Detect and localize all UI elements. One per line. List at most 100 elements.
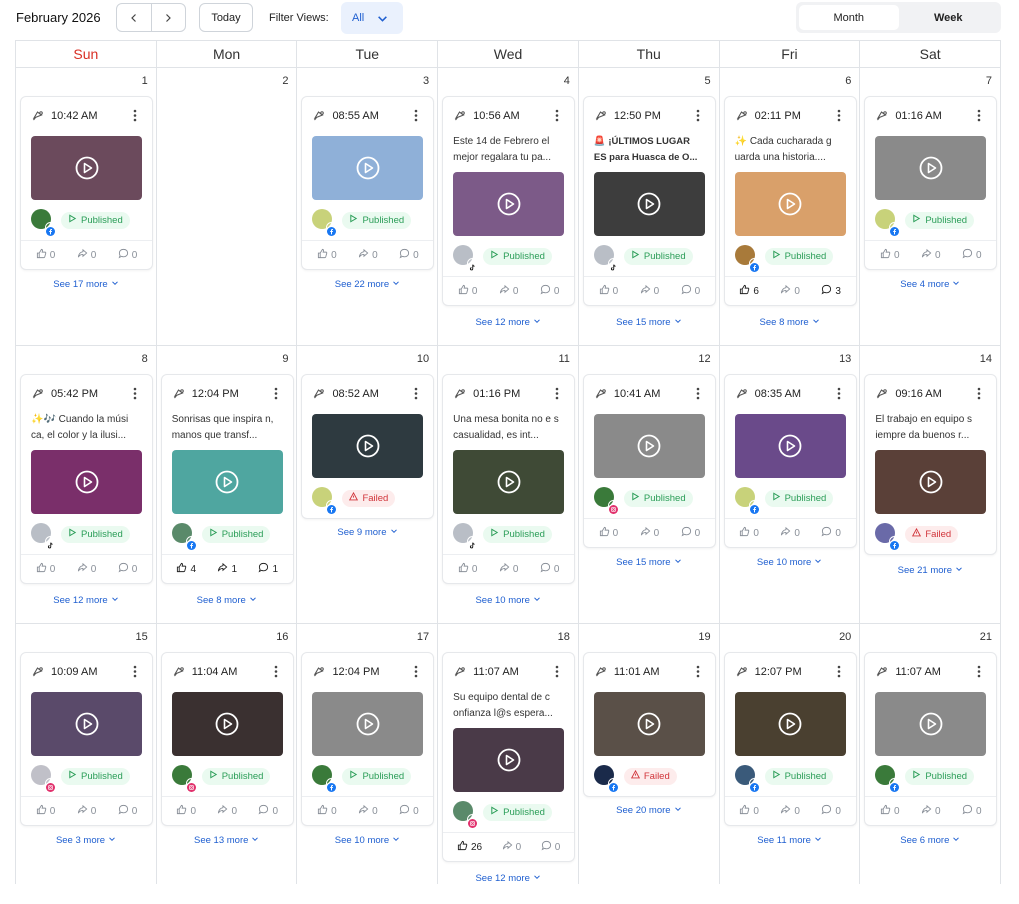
more-options-icon[interactable] bbox=[691, 664, 705, 680]
post-card[interactable]: 10:09 AM Published 0 0 0 bbox=[20, 652, 153, 826]
filter-views-select[interactable]: All bbox=[341, 2, 403, 34]
see-more-link[interactable]: See 22 more bbox=[297, 279, 437, 290]
more-options-icon[interactable] bbox=[409, 386, 423, 402]
post-card[interactable]: 12:07 PM Published 0 0 0 bbox=[723, 652, 857, 826]
see-more-link[interactable]: See 21 more bbox=[860, 565, 1000, 576]
see-more-link[interactable]: See 4 more bbox=[860, 279, 1000, 290]
next-month-button[interactable] bbox=[150, 4, 186, 31]
video-thumbnail[interactable] bbox=[312, 414, 424, 478]
day-cell[interactable]: 18 11:07 AM Su equipo dental de c onfianza… bbox=[438, 624, 579, 884]
play-icon[interactable] bbox=[75, 156, 99, 180]
play-icon[interactable] bbox=[637, 712, 661, 736]
day-cell[interactable]: 20 12:07 PM Published 0 0 0 See 11 more bbox=[720, 624, 861, 884]
post-card[interactable]: 11:07 AM Published 0 0 0 bbox=[864, 652, 998, 826]
post-card[interactable]: 05:42 PM ✨🎶 Cuando la músi ca, el color y… bbox=[20, 374, 153, 584]
see-more-link[interactable]: See 12 more bbox=[438, 873, 578, 884]
day-cell[interactable]: 4 10:56 AM Este 14 de Febrero el mejor reg… bbox=[438, 68, 579, 345]
video-thumbnail[interactable] bbox=[171, 450, 283, 514]
day-cell[interactable]: 8 05:42 PM ✨🎶 Cuando la músi ca, el color … bbox=[16, 346, 157, 623]
more-options-icon[interactable] bbox=[269, 386, 283, 402]
more-options-icon[interactable] bbox=[972, 108, 986, 124]
day-cell[interactable]: 10 08:52 AM Failed See 9 more bbox=[297, 346, 439, 623]
post-card[interactable]: 01:16 PM Una mesa bonita no e s casualida… bbox=[442, 374, 576, 584]
video-thumbnail[interactable] bbox=[453, 728, 565, 792]
more-options-icon[interactable] bbox=[128, 108, 142, 124]
day-cell[interactable]: 3 08:55 AM Published 0 0 0 See 22 more bbox=[297, 68, 439, 345]
more-options-icon[interactable] bbox=[550, 664, 564, 680]
today-button[interactable]: Today bbox=[199, 3, 253, 32]
see-more-link[interactable]: See 12 more bbox=[16, 595, 156, 606]
see-more-link[interactable]: See 12 more bbox=[438, 317, 578, 328]
video-thumbnail[interactable] bbox=[453, 172, 565, 236]
see-more-link[interactable]: See 11 more bbox=[720, 835, 860, 846]
post-card[interactable]: 12:04 PM Published 0 0 0 bbox=[301, 652, 435, 826]
play-icon[interactable] bbox=[75, 470, 99, 494]
more-options-icon[interactable] bbox=[128, 664, 142, 680]
day-cell[interactable]: 17 12:04 PM Published 0 0 0 See 10 more bbox=[297, 624, 439, 884]
more-options-icon[interactable] bbox=[972, 386, 986, 402]
day-cell[interactable]: 1 10:42 AM Published 0 0 0 See 17 more bbox=[16, 68, 157, 345]
play-icon[interactable] bbox=[778, 712, 802, 736]
play-icon[interactable] bbox=[637, 434, 661, 458]
video-thumbnail[interactable] bbox=[593, 414, 705, 478]
video-thumbnail[interactable] bbox=[734, 414, 846, 478]
video-thumbnail[interactable] bbox=[593, 692, 705, 756]
play-icon[interactable] bbox=[919, 712, 943, 736]
play-icon[interactable] bbox=[215, 712, 239, 736]
video-thumbnail[interactable] bbox=[593, 172, 705, 236]
more-options-icon[interactable] bbox=[409, 664, 423, 680]
more-options-icon[interactable] bbox=[691, 108, 705, 124]
more-options-icon[interactable] bbox=[832, 664, 846, 680]
video-thumbnail[interactable] bbox=[312, 136, 424, 200]
more-options-icon[interactable] bbox=[269, 664, 283, 680]
play-icon[interactable] bbox=[497, 192, 521, 216]
video-thumbnail[interactable] bbox=[31, 692, 142, 756]
more-options-icon[interactable] bbox=[409, 108, 423, 124]
see-more-link[interactable]: See 15 more bbox=[579, 317, 719, 328]
post-card[interactable]: 11:07 AM Su equipo dental de c onfianza l… bbox=[442, 652, 576, 862]
see-more-link[interactable]: See 10 more bbox=[720, 557, 860, 568]
video-thumbnail[interactable] bbox=[31, 450, 142, 514]
day-cell[interactable]: 13 08:35 AM Published 0 0 0 See 10 more bbox=[720, 346, 861, 623]
video-thumbnail[interactable] bbox=[875, 692, 987, 756]
see-more-link[interactable]: See 20 more bbox=[579, 805, 719, 816]
play-icon[interactable] bbox=[356, 434, 380, 458]
see-more-link[interactable]: See 15 more bbox=[579, 557, 719, 568]
post-card[interactable]: 12:04 PM Sonrisas que inspira n, manos qu… bbox=[160, 374, 294, 584]
post-card[interactable]: 02:11 PM ✨ Cada cucharada g uarda una his… bbox=[723, 96, 857, 306]
post-card[interactable]: 10:42 AM Published 0 0 0 bbox=[20, 96, 153, 270]
day-cell[interactable]: 15 10:09 AM Published 0 0 0 See 3 more bbox=[16, 624, 157, 884]
play-icon[interactable] bbox=[778, 434, 802, 458]
video-thumbnail[interactable] bbox=[31, 136, 142, 200]
see-more-link[interactable]: See 8 more bbox=[157, 595, 297, 606]
more-options-icon[interactable] bbox=[128, 386, 142, 402]
more-options-icon[interactable] bbox=[832, 386, 846, 402]
day-cell[interactable]: 11 01:16 PM Una mesa bonita no e s casuali… bbox=[438, 346, 579, 623]
post-card[interactable]: 08:55 AM Published 0 0 0 bbox=[301, 96, 435, 270]
video-thumbnail[interactable] bbox=[875, 136, 987, 200]
play-icon[interactable] bbox=[919, 470, 943, 494]
play-icon[interactable] bbox=[497, 470, 521, 494]
week-view-button[interactable]: Week bbox=[899, 5, 999, 30]
video-thumbnail[interactable] bbox=[312, 692, 424, 756]
post-card[interactable]: 12:50 PM 🚨 ¡ÚLTIMOS LUGAR ES para Huasca … bbox=[582, 96, 716, 306]
see-more-link[interactable]: See 3 more bbox=[16, 835, 156, 846]
play-icon[interactable] bbox=[497, 748, 521, 772]
video-thumbnail[interactable] bbox=[734, 172, 846, 236]
see-more-link[interactable]: See 10 more bbox=[438, 595, 578, 606]
post-card[interactable]: 09:16 AM El trabajo en equipo s iempre da… bbox=[864, 374, 998, 555]
more-options-icon[interactable] bbox=[691, 386, 705, 402]
day-cell[interactable]: 16 11:04 AM Published 0 0 0 See 13 more bbox=[157, 624, 298, 884]
play-icon[interactable] bbox=[356, 156, 380, 180]
post-card[interactable]: 11:04 AM Published 0 0 0 bbox=[160, 652, 294, 826]
play-icon[interactable] bbox=[637, 192, 661, 216]
day-cell[interactable]: 6 02:11 PM ✨ Cada cucharada g uarda una hi… bbox=[720, 68, 861, 345]
day-cell[interactable]: 2 bbox=[157, 68, 298, 345]
play-icon[interactable] bbox=[919, 156, 943, 180]
post-card[interactable]: 08:35 AM Published 0 0 0 bbox=[723, 374, 857, 548]
post-card[interactable]: 01:16 AM Published 0 0 0 bbox=[864, 96, 998, 270]
day-cell[interactable]: 12 10:41 AM Published 0 0 0 See 15 more bbox=[579, 346, 720, 623]
post-card[interactable]: 10:56 AM Este 14 de Febrero el mejor rega… bbox=[442, 96, 576, 306]
see-more-link[interactable]: See 10 more bbox=[297, 835, 437, 846]
post-card[interactable]: 10:41 AM Published 0 0 0 bbox=[582, 374, 716, 548]
